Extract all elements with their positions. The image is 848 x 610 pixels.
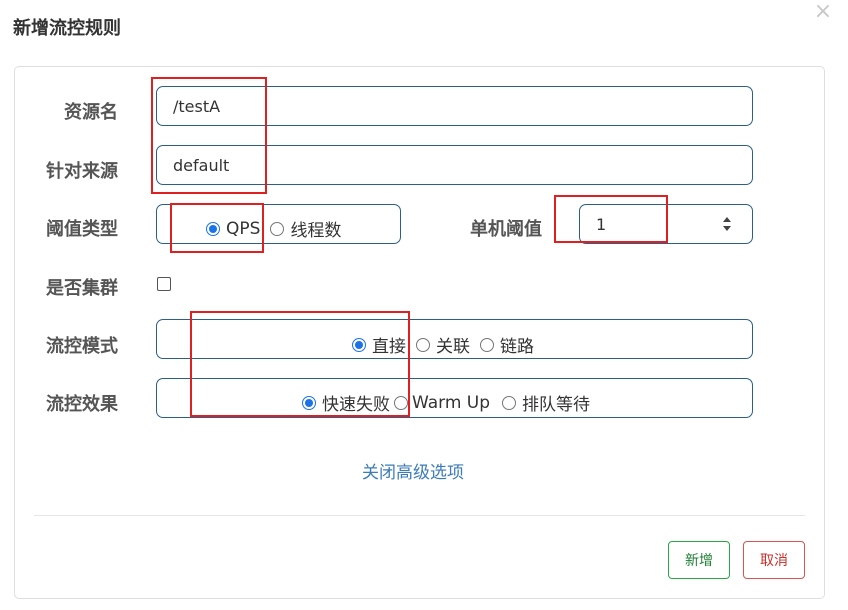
radio-fast-fail-label: 快速失败	[322, 395, 390, 415]
add-button[interactable]: 新增	[668, 541, 730, 579]
radio-checked-icon	[206, 221, 220, 236]
flow-effect-label: 流控效果	[46, 394, 118, 415]
radio-unchecked-icon	[502, 395, 517, 410]
cluster-checkbox[interactable]	[157, 277, 171, 291]
threshold-type-label: 阈值类型	[46, 219, 118, 240]
limit-app-input[interactable]	[156, 145, 753, 185]
radio-unchecked-icon	[480, 337, 494, 352]
flow-mode-options: 直接 关联 链路	[352, 332, 544, 357]
single-threshold-label: 单机阈值	[470, 219, 542, 240]
radio-relate[interactable]: 关联	[416, 332, 470, 357]
radio-qps-label: QPS	[226, 218, 261, 239]
radio-qps[interactable]: QPS	[206, 219, 260, 239]
cluster-label: 是否集群	[46, 278, 118, 299]
radio-thread-count-label: 线程数	[290, 221, 342, 241]
resource-label: 资源名	[64, 102, 118, 123]
radio-unchecked-icon	[394, 395, 408, 410]
resource-input[interactable]	[156, 86, 753, 126]
radio-chain[interactable]: 链路	[480, 332, 534, 357]
cancel-button[interactable]: 取消	[743, 541, 805, 579]
radio-direct-label: 直接	[372, 337, 406, 357]
radio-unchecked-icon	[416, 337, 430, 352]
limit-app-label: 针对来源	[46, 161, 118, 182]
radio-queue-label: 排队等待	[522, 395, 591, 415]
radio-relate-label: 关联	[436, 337, 470, 357]
radio-queue[interactable]: 排队等待	[502, 390, 590, 415]
threshold-type-options: QPS 线程数	[206, 216, 351, 241]
radio-warm-up-label: Warm Up	[412, 392, 491, 413]
flow-rule-dialog: 新增流控规则 × 资源名 针对来源 阈值类型 QPS 线程数 单机阈值 是否集群…	[0, 0, 848, 610]
flow-effect-options: 快速失败 Warm Up 排队等待	[302, 390, 600, 415]
close-icon[interactable]: ×	[813, 1, 833, 23]
spinner-arrows-icon[interactable]	[722, 216, 732, 232]
close-advanced-options-link[interactable]: 关闭高级选项	[362, 458, 464, 483]
footer-divider	[34, 515, 805, 516]
radio-unchecked-icon	[270, 221, 285, 236]
radio-warm-up[interactable]: Warm Up	[394, 393, 490, 413]
radio-chain-label: 链路	[500, 337, 534, 357]
radio-direct[interactable]: 直接	[352, 332, 406, 357]
dialog-title: 新增流控规则	[13, 18, 121, 39]
radio-fast-fail[interactable]: 快速失败	[302, 390, 390, 415]
radio-thread-count[interactable]: 线程数	[270, 216, 341, 241]
radio-checked-icon	[352, 337, 366, 352]
radio-checked-icon	[302, 395, 316, 410]
flow-mode-label: 流控模式	[46, 336, 118, 357]
